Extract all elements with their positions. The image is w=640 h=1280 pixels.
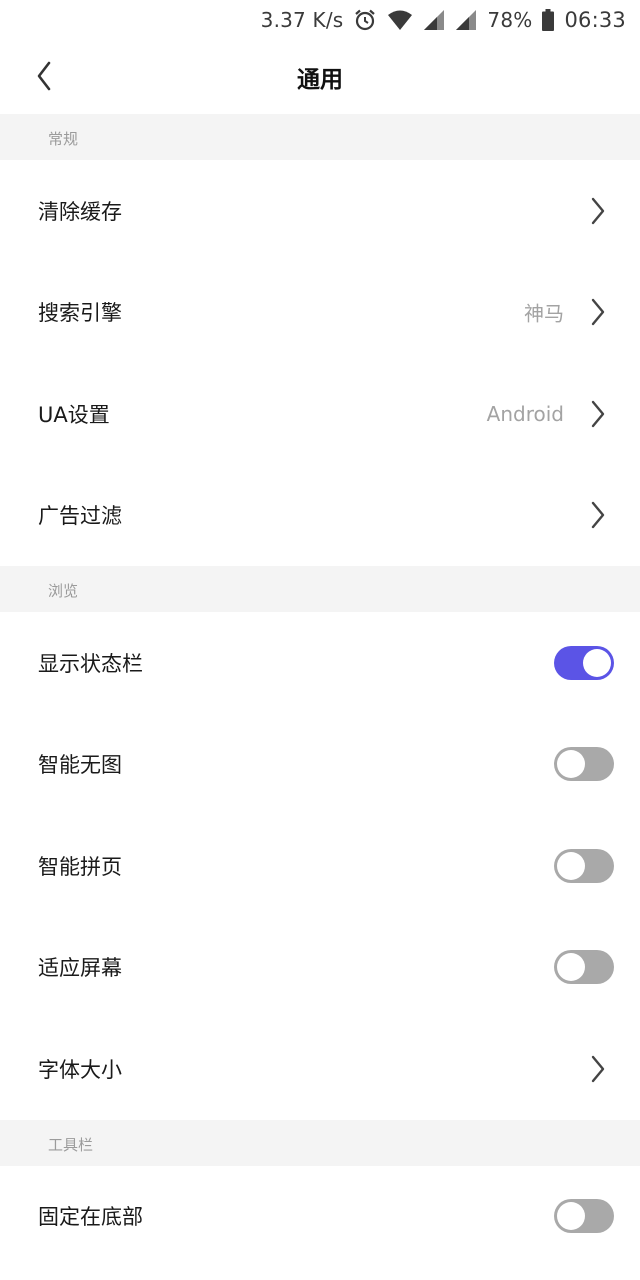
- row-fixed-bottom: 固定在底部: [0, 1165, 640, 1267]
- row-search-engine[interactable]: 搜索引擎 神马: [0, 261, 640, 363]
- battery-percent: 78%: [487, 8, 533, 32]
- row-label: 智能无图: [38, 753, 122, 778]
- row-label: 适应屏幕: [38, 956, 122, 981]
- clock: 06:33: [564, 8, 626, 32]
- row-fit-screen: 适应屏幕: [0, 916, 640, 1018]
- row-label: UA设置: [38, 402, 110, 427]
- section-header-general: 常规: [0, 114, 640, 160]
- toggle-knob: [557, 953, 585, 982]
- settings-list: 常规 清除缓存 搜索引擎 神马 UA设置 Android 广告过滤 浏览 显示状…: [0, 114, 640, 1267]
- row-ad-filter[interactable]: 广告过滤: [0, 464, 640, 566]
- chevron-right-icon: [591, 299, 605, 326]
- page-title: 通用: [297, 67, 343, 93]
- chevron-right-icon: [591, 197, 605, 224]
- row-label: 搜索引擎: [38, 301, 122, 326]
- row-value: 神马: [524, 301, 564, 326]
- status-bar: 3.37 K/s 78% 06:33: [0, 0, 640, 40]
- network-speed: 3.37 K/s: [260, 8, 344, 32]
- chevron-right-icon: [591, 400, 605, 427]
- row-label: 固定在底部: [38, 1205, 143, 1230]
- show-status-bar-toggle[interactable]: [554, 645, 614, 680]
- chevron-right-icon: [591, 1055, 605, 1082]
- smart-no-image-toggle[interactable]: [554, 747, 614, 782]
- alarm-icon: [353, 8, 377, 32]
- fixed-bottom-toggle[interactable]: [554, 1199, 614, 1234]
- section-title: 浏览: [48, 582, 79, 600]
- toggle-knob: [557, 1202, 585, 1231]
- chevron-right-icon: [591, 502, 605, 529]
- signal-icon-2: [455, 9, 477, 31]
- row-label: 清除缓存: [38, 199, 122, 224]
- row-label: 显示状态栏: [38, 651, 143, 676]
- row-clear-cache[interactable]: 清除缓存: [0, 160, 640, 262]
- section-header-toolbar: 工具栏: [0, 1119, 640, 1166]
- status-bar-right: 3.37 K/s 78% 06:33: [261, 6, 626, 34]
- row-label: 智能拼页: [38, 854, 122, 879]
- section-header-browse: 浏览: [0, 566, 640, 612]
- wifi-icon: [387, 9, 413, 31]
- section-title: 常规: [48, 130, 79, 148]
- smart-paging-toggle[interactable]: [554, 848, 614, 883]
- row-smart-paging: 智能拼页: [0, 815, 640, 917]
- battery-icon: [542, 9, 555, 31]
- toggle-knob: [583, 648, 611, 677]
- row-font-size[interactable]: 字体大小: [0, 1018, 640, 1120]
- fit-screen-toggle[interactable]: [554, 950, 614, 985]
- row-ua-settings[interactable]: UA设置 Android: [0, 363, 640, 465]
- signal-icon: [423, 9, 445, 31]
- row-show-status-bar: 显示状态栏: [0, 612, 640, 714]
- row-label: 广告过滤: [38, 504, 122, 529]
- section-title: 工具栏: [48, 1135, 94, 1154]
- row-label: 字体大小: [38, 1057, 122, 1082]
- row-value: Android: [486, 401, 564, 426]
- top-app-bar: 通用: [0, 40, 640, 114]
- toggle-knob: [557, 750, 585, 779]
- toggle-knob: [557, 851, 585, 880]
- row-smart-no-image: 智能无图: [0, 713, 640, 815]
